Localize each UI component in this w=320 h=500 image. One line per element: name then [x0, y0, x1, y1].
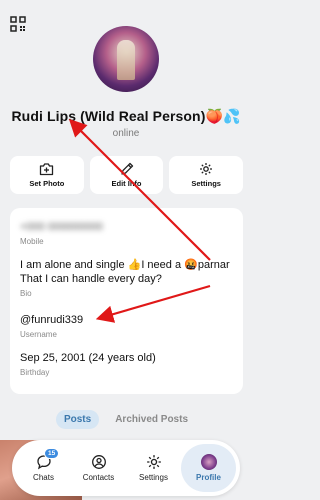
online-status: online	[112, 128, 140, 139]
bottom-navigation: 15 Chats Contacts Settings Profile	[12, 440, 240, 496]
avatar-icon	[200, 454, 217, 470]
nav-contacts[interactable]: Contacts	[71, 444, 126, 492]
settings-label: Settings	[191, 179, 221, 188]
username-value: @funrudi339	[20, 314, 84, 326]
birthday-value: Sep 25, 2001 (24 years old)	[20, 352, 156, 364]
nav-chats-label: Chats	[33, 473, 54, 482]
camera-plus-icon	[40, 163, 54, 176]
nav-settings[interactable]: Settings	[126, 444, 181, 492]
chats-unread-badge: 15	[44, 448, 60, 459]
nav-profile[interactable]: Profile	[181, 444, 236, 492]
username-row[interactable]: @funrudi339 Username	[20, 313, 235, 339]
profile-name: Rudi Lips (Wild Real Person)🍑💦	[11, 108, 241, 124]
nav-chats[interactable]: 15 Chats	[16, 444, 71, 492]
birthday-row[interactable]: Sep 25, 2001 (24 years old) Birthday	[20, 351, 235, 377]
pencil-icon	[120, 162, 133, 175]
tab-posts[interactable]: Posts	[55, 410, 100, 429]
mobile-number: +000 000000000	[20, 221, 103, 233]
nav-contacts-label: Contacts	[82, 473, 115, 482]
gear-icon	[200, 163, 213, 175]
tab-archived-posts[interactable]: Archived Posts	[107, 410, 196, 429]
gear-icon	[146, 455, 161, 469]
profile-avatar[interactable]	[93, 26, 159, 92]
birthday-label: Birthday	[20, 368, 50, 377]
edit-info-button[interactable]: Edit Info	[89, 156, 164, 194]
bio-text: I am alone and single 👍I need a 🤬parnar …	[20, 259, 230, 285]
mobile-label: Mobile	[20, 237, 44, 246]
nav-profile-label: Profile	[196, 473, 221, 482]
set-photo-button[interactable]: Set Photo	[10, 156, 84, 194]
qr-code-button[interactable]	[10, 16, 26, 32]
nav-settings-label: Settings	[139, 473, 168, 482]
qr-code-icon	[10, 16, 26, 32]
edit-info-label: Edit Info	[111, 179, 142, 188]
profile-actions: Set Photo Edit Info Settings	[10, 156, 244, 194]
posts-tabs: Posts Archived Posts	[0, 410, 252, 429]
avatar-photo	[117, 40, 135, 80]
bio-row[interactable]: I am alone and single 👍I need a 🤬parnar …	[20, 258, 235, 298]
settings-button[interactable]: Settings	[169, 156, 244, 194]
username-label: Username	[20, 330, 57, 339]
mobile-row[interactable]: +000 000000000 Mobile	[20, 220, 235, 246]
profile-info-card: +000 000000000 Mobile I am alone and sin…	[10, 208, 243, 394]
bio-label: Bio	[20, 289, 32, 298]
set-photo-label: Set Photo	[29, 179, 65, 188]
person-circle-icon	[91, 455, 106, 469]
